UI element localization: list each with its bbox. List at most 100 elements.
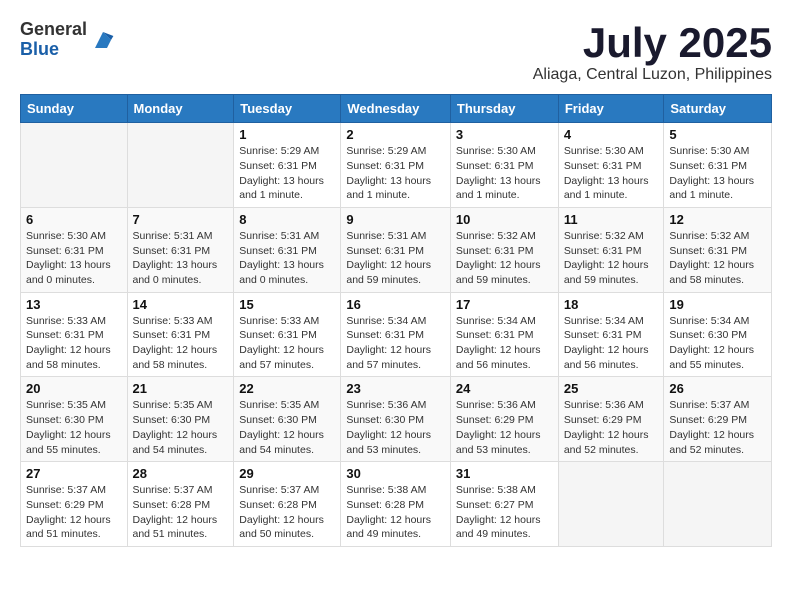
calendar-cell: 14 Sunrise: 5:33 AM Sunset: 6:31 PM Dayli… — [127, 292, 234, 377]
day-number: 31 — [456, 466, 553, 481]
page-header: General Blue July 2025 Aliaga, Central L… — [20, 20, 772, 84]
calendar-cell: 25Sunrise: 5:36 AM Sunset: 6:29 PM Dayli… — [558, 377, 664, 462]
calendar-header-friday: Friday — [558, 95, 664, 123]
day-info: Sunrise: 5:37 AM Sunset: 6:28 PM Dayligh… — [133, 483, 229, 542]
calendar-cell: 27 Sunrise: 5:37 AM Sunset: 6:29 PM Dayli… — [21, 462, 128, 547]
day-number: 11 — [564, 212, 659, 227]
day-info: Sunrise: 5:38 AM Sunset: 6:28 PM Dayligh… — [346, 483, 445, 542]
day-info: Sunrise: 5:35 AM Sunset: 6:30 PM Dayligh… — [239, 398, 335, 457]
calendar-week-4: 20 Sunrise: 5:35 AM Sunset: 6:30 PM Dayli… — [21, 377, 772, 462]
day-number: 8 — [239, 212, 335, 227]
calendar-cell: 3 Sunrise: 5:30 AM Sunset: 6:31 PM Daylig… — [450, 123, 558, 208]
calendar-cell: 1 Sunrise: 5:29 AM Sunset: 6:31 PM Daylig… — [234, 123, 341, 208]
calendar-cell: 30Sunrise: 5:38 AM Sunset: 6:28 PM Dayli… — [341, 462, 451, 547]
day-number: 3 — [456, 127, 553, 142]
calendar-cell: 13Sunrise: 5:33 AM Sunset: 6:31 PM Dayli… — [21, 292, 128, 377]
calendar-cell: 18 Sunrise: 5:34 AM Sunset: 6:31 PM Dayli… — [558, 292, 664, 377]
calendar-header-wednesday: Wednesday — [341, 95, 451, 123]
logo-general: General — [20, 20, 87, 40]
location: Aliaga, Central Luzon, Philippines — [533, 66, 772, 84]
day-number: 14 — [133, 297, 229, 312]
day-info: Sunrise: 5:33 AM Sunset: 6:31 PM Dayligh… — [26, 314, 122, 373]
calendar-cell: 16Sunrise: 5:34 AM Sunset: 6:31 PM Dayli… — [341, 292, 451, 377]
day-info: Sunrise: 5:34 AM Sunset: 6:31 PM Dayligh… — [564, 314, 659, 373]
day-info: Sunrise: 5:30 AM Sunset: 6:31 PM Dayligh… — [669, 144, 766, 203]
calendar-cell: 29Sunrise: 5:37 AM Sunset: 6:28 PM Dayli… — [234, 462, 341, 547]
title-section: July 2025 Aliaga, Central Luzon, Philipp… — [533, 20, 772, 84]
day-info: Sunrise: 5:37 AM Sunset: 6:29 PM Dayligh… — [26, 483, 122, 542]
day-info: Sunrise: 5:31 AM Sunset: 6:31 PM Dayligh… — [133, 229, 229, 288]
calendar-cell: 7 Sunrise: 5:31 AM Sunset: 6:31 PM Daylig… — [127, 207, 234, 292]
day-number: 10 — [456, 212, 553, 227]
calendar-cell: 10 Sunrise: 5:32 AM Sunset: 6:31 PM Dayli… — [450, 207, 558, 292]
calendar-cell: 8Sunrise: 5:31 AM Sunset: 6:31 PM Daylig… — [234, 207, 341, 292]
day-number: 7 — [133, 212, 229, 227]
calendar-cell: 12 Sunrise: 5:32 AM Sunset: 6:31 PM Dayli… — [664, 207, 772, 292]
calendar-cell: 24Sunrise: 5:36 AM Sunset: 6:29 PM Dayli… — [450, 377, 558, 462]
day-number: 5 — [669, 127, 766, 142]
day-info: Sunrise: 5:30 AM Sunset: 6:31 PM Dayligh… — [456, 144, 553, 203]
day-number: 1 — [239, 127, 335, 142]
day-info: Sunrise: 5:32 AM Sunset: 6:31 PM Dayligh… — [564, 229, 659, 288]
day-number: 9 — [346, 212, 445, 227]
day-info: Sunrise: 5:36 AM Sunset: 6:29 PM Dayligh… — [564, 398, 659, 457]
calendar-header-thursday: Thursday — [450, 95, 558, 123]
day-number: 26 — [669, 381, 766, 396]
calendar-cell: 21 Sunrise: 5:35 AM Sunset: 6:30 PM Dayli… — [127, 377, 234, 462]
calendar-table: SundayMondayTuesdayWednesdayThursdayFrid… — [20, 94, 772, 547]
day-info: Sunrise: 5:34 AM Sunset: 6:30 PM Dayligh… — [669, 314, 766, 373]
day-info: Sunrise: 5:33 AM Sunset: 6:31 PM Dayligh… — [239, 314, 335, 373]
day-info: Sunrise: 5:30 AM Sunset: 6:31 PM Dayligh… — [26, 229, 122, 288]
logo-icon — [91, 28, 115, 52]
day-info: Sunrise: 5:31 AM Sunset: 6:31 PM Dayligh… — [346, 229, 445, 288]
day-number: 18 — [564, 297, 659, 312]
day-info: Sunrise: 5:32 AM Sunset: 6:31 PM Dayligh… — [456, 229, 553, 288]
calendar-cell: 9 Sunrise: 5:31 AM Sunset: 6:31 PM Daylig… — [341, 207, 451, 292]
calendar-cell: 5 Sunrise: 5:30 AM Sunset: 6:31 PM Daylig… — [664, 123, 772, 208]
calendar-cell: 2 Sunrise: 5:29 AM Sunset: 6:31 PM Daylig… — [341, 123, 451, 208]
calendar-week-3: 13Sunrise: 5:33 AM Sunset: 6:31 PM Dayli… — [21, 292, 772, 377]
calendar-cell — [21, 123, 128, 208]
day-number: 2 — [346, 127, 445, 142]
day-info: Sunrise: 5:30 AM Sunset: 6:31 PM Dayligh… — [564, 144, 659, 203]
calendar-header-row: SundayMondayTuesdayWednesdayThursdayFrid… — [21, 95, 772, 123]
calendar-cell — [664, 462, 772, 547]
calendar-cell: 19Sunrise: 5:34 AM Sunset: 6:30 PM Dayli… — [664, 292, 772, 377]
day-number: 15 — [239, 297, 335, 312]
calendar-week-5: 27 Sunrise: 5:37 AM Sunset: 6:29 PM Dayli… — [21, 462, 772, 547]
calendar-week-1: 1 Sunrise: 5:29 AM Sunset: 6:31 PM Daylig… — [21, 123, 772, 208]
day-number: 21 — [133, 381, 229, 396]
day-info: Sunrise: 5:32 AM Sunset: 6:31 PM Dayligh… — [669, 229, 766, 288]
logo-blue: Blue — [20, 40, 87, 60]
day-info: Sunrise: 5:29 AM Sunset: 6:31 PM Dayligh… — [239, 144, 335, 203]
day-info: Sunrise: 5:35 AM Sunset: 6:30 PM Dayligh… — [26, 398, 122, 457]
day-info: Sunrise: 5:36 AM Sunset: 6:30 PM Dayligh… — [346, 398, 445, 457]
day-number: 20 — [26, 381, 122, 396]
day-number: 12 — [669, 212, 766, 227]
calendar-header-tuesday: Tuesday — [234, 95, 341, 123]
calendar-cell: 15 Sunrise: 5:33 AM Sunset: 6:31 PM Dayli… — [234, 292, 341, 377]
calendar-cell: 31 Sunrise: 5:38 AM Sunset: 6:27 PM Dayli… — [450, 462, 558, 547]
day-info: Sunrise: 5:38 AM Sunset: 6:27 PM Dayligh… — [456, 483, 553, 542]
calendar-cell: 6 Sunrise: 5:30 AM Sunset: 6:31 PM Daylig… — [21, 207, 128, 292]
day-info: Sunrise: 5:37 AM Sunset: 6:29 PM Dayligh… — [669, 398, 766, 457]
day-number: 6 — [26, 212, 122, 227]
day-info: Sunrise: 5:37 AM Sunset: 6:28 PM Dayligh… — [239, 483, 335, 542]
day-number: 22 — [239, 381, 335, 396]
logo: General Blue — [20, 20, 115, 60]
day-info: Sunrise: 5:29 AM Sunset: 6:31 PM Dayligh… — [346, 144, 445, 203]
day-number: 27 — [26, 466, 122, 481]
day-info: Sunrise: 5:35 AM Sunset: 6:30 PM Dayligh… — [133, 398, 229, 457]
calendar-cell — [127, 123, 234, 208]
calendar-cell: 23Sunrise: 5:36 AM Sunset: 6:30 PM Dayli… — [341, 377, 451, 462]
day-info: Sunrise: 5:33 AM Sunset: 6:31 PM Dayligh… — [133, 314, 229, 373]
month-title: July 2025 — [533, 20, 772, 66]
calendar-cell: 28 Sunrise: 5:37 AM Sunset: 6:28 PM Dayli… — [127, 462, 234, 547]
calendar-header-saturday: Saturday — [664, 95, 772, 123]
day-number: 24 — [456, 381, 553, 396]
day-number: 4 — [564, 127, 659, 142]
calendar-cell — [558, 462, 664, 547]
day-number: 28 — [133, 466, 229, 481]
day-info: Sunrise: 5:34 AM Sunset: 6:31 PM Dayligh… — [346, 314, 445, 373]
day-info: Sunrise: 5:34 AM Sunset: 6:31 PM Dayligh… — [456, 314, 553, 373]
